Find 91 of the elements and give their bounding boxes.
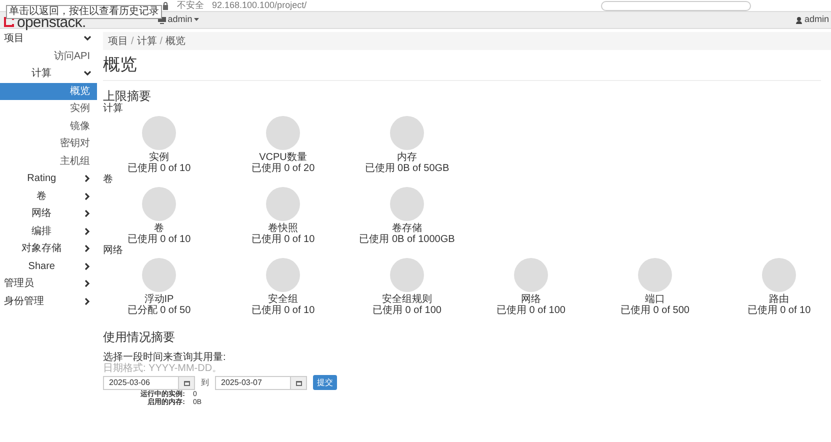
- to-label: 到: [201, 376, 209, 388]
- quota-label: 安全组: [268, 294, 298, 305]
- sidebar-group[interactable]: 身份管理: [0, 292, 97, 310]
- breadcrumb-link[interactable]: 概览: [166, 34, 186, 48]
- back-tooltip: 单击以返回，按住以查看历史记录: [6, 5, 162, 19]
- breadcrumb-link[interactable]: 项目: [108, 34, 128, 48]
- usage-pie-chart: [514, 258, 548, 292]
- quota-usage: 已使用 0 of 100: [372, 305, 442, 316]
- quota-usage: 已使用 0B of 50GB: [364, 163, 450, 174]
- quota-label: 路由: [769, 294, 789, 305]
- sidebar-group[interactable]: 网络: [0, 205, 97, 222]
- sidebar-group[interactable]: 对象存储: [0, 240, 97, 258]
- usage-pie-chart: [390, 116, 424, 150]
- breadcrumb-separator: /: [160, 34, 163, 48]
- usage-pie-chart: [266, 258, 300, 292]
- search-field[interactable]: [601, 0, 751, 10]
- chevron-right-icon: [84, 192, 90, 200]
- date-field[interactable]: 2025-03-07: [215, 376, 291, 390]
- quota-usage: 已分配 0 of 50: [127, 305, 191, 316]
- lock-icon: [162, 2, 169, 10]
- sidebar-item[interactable]: 镜像: [0, 118, 97, 135]
- usage-pie-chart: [390, 187, 424, 221]
- chevron-right-icon: [84, 228, 90, 235]
- sidebar-group[interactable]: 计算: [0, 65, 97, 82]
- date-format-hint: 日期格式: YYYY-MM-DD。: [103, 363, 224, 374]
- calendar-button[interactable]: [291, 376, 307, 390]
- quota-usage: 已使用 0 of 10: [127, 234, 191, 245]
- quota-usage: 已使用 0 of 10: [251, 234, 315, 245]
- security-label: 不安全: [177, 1, 204, 10]
- section-heading: 上限摘要: [103, 89, 152, 103]
- quota-label: 卷: [154, 223, 164, 234]
- section-heading: 使用情况摘要: [103, 330, 176, 344]
- quota-usage: 已使用 0 of 100: [496, 305, 566, 316]
- chevron-right-icon: [84, 175, 90, 182]
- sidebar-item[interactable]: 概览: [0, 82, 97, 100]
- quota-label: 网络: [521, 294, 541, 305]
- breadcrumb-separator: /: [131, 34, 134, 48]
- sidebar-group[interactable]: 卷: [0, 188, 97, 205]
- quota-label: 实例: [149, 152, 169, 163]
- calendar-icon: [296, 380, 302, 386]
- chevron-right-icon: [84, 210, 90, 218]
- breadcrumb-link[interactable]: 计算: [136, 34, 157, 48]
- quota-label: 内存: [397, 152, 417, 163]
- chevron-down-icon: [84, 36, 91, 42]
- group-heading: 网络: [103, 245, 124, 257]
- usage-pie-chart: [266, 187, 300, 221]
- page-title: 概览: [103, 54, 821, 81]
- quota-label: VCPU数量: [259, 152, 307, 163]
- sidebar-group[interactable]: 编排: [0, 222, 97, 240]
- usage-pie-chart: [390, 258, 424, 292]
- chevron-right-icon: [84, 280, 90, 288]
- quota-usage: 已使用 0 of 500: [620, 305, 690, 316]
- url-text[interactable]: 92.168.100.100/project/: [212, 1, 307, 10]
- user-menu[interactable]: admin: [796, 13, 829, 27]
- usage-pie-chart: [638, 258, 672, 292]
- chevron-right-icon: [84, 298, 90, 305]
- sidebar-group[interactable]: Rating: [0, 170, 97, 188]
- group-heading: 计算: [103, 103, 124, 115]
- chevron-down-icon: [84, 71, 91, 76]
- sidebar-group[interactable]: 管理员: [0, 275, 97, 292]
- submit-button[interactable]: 提交: [313, 375, 337, 390]
- quota-label: 卷存储: [392, 223, 422, 234]
- usage-pie-chart: [142, 258, 176, 292]
- usage-pie-chart: [266, 116, 300, 150]
- usage-pie-chart: [142, 187, 176, 221]
- sidebar-item[interactable]: 密钥对: [0, 135, 97, 152]
- sidebar-item[interactable]: 实例: [0, 100, 97, 118]
- chevron-right-icon: [84, 245, 90, 252]
- date-range-prompt: 选择一段时间来查询其用量:: [103, 352, 227, 363]
- usage-pie-chart: [142, 116, 176, 150]
- usage-pie-chart: [762, 258, 796, 292]
- quota-usage: 已使用 0 of 10: [127, 163, 191, 174]
- user-icon: [796, 16, 802, 24]
- quota-usage: 已使用 0B of 1000GB: [359, 234, 455, 245]
- quota-usage: 已使用 0 of 20: [251, 163, 315, 174]
- group-heading: 卷: [103, 174, 114, 186]
- sidebar-group[interactable]: Share: [0, 258, 97, 275]
- sidebar-item[interactable]: 访问API: [0, 48, 97, 65]
- calendar-icon: [184, 380, 190, 386]
- quota-label: 卷快照: [268, 223, 298, 234]
- quota-usage: 已使用 0 of 10: [747, 305, 811, 316]
- date-field[interactable]: 2025-03-06: [103, 376, 179, 390]
- caret-icon: [194, 18, 200, 22]
- quota-label: 端口: [645, 294, 665, 305]
- sidebar-group[interactable]: 项目: [0, 30, 97, 48]
- calendar-button[interactable]: [179, 376, 195, 390]
- quota-label: 安全组规则: [382, 294, 432, 305]
- chevron-right-icon: [84, 262, 90, 270]
- quota-label: 浮动IP: [144, 294, 174, 305]
- quota-usage: 已使用 0 of 10: [251, 305, 315, 316]
- sidebar-item[interactable]: 主机组: [0, 152, 97, 170]
